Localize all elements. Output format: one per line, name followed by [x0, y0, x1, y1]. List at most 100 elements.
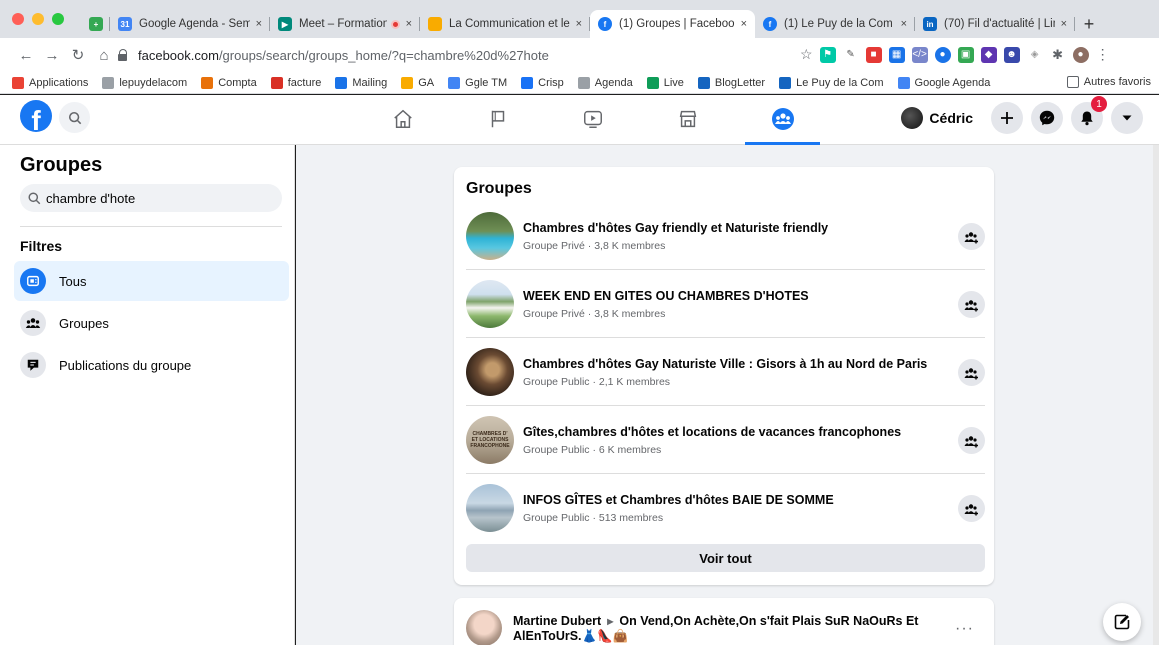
close-tab-icon[interactable]: × [741, 18, 747, 30]
home-icon[interactable]: ⌂ [92, 43, 116, 67]
main-content: Groupes Chambres d'hôtes Gay friendly et… [296, 145, 1159, 645]
group-name[interactable]: INFOS GÎTES et Chambres d'hôtes BAIE DE … [523, 493, 834, 507]
group-name[interactable]: Chambres d'hôtes Gay Naturiste Ville : G… [523, 357, 927, 371]
group-name[interactable]: Gîtes,chambres d'hôtes et locations de v… [523, 425, 901, 439]
reload-icon[interactable]: ↻ [66, 43, 90, 67]
browser-tab[interactable]: in (70) Fil d'actualité | Linke × [915, 10, 1075, 38]
maximize-window-button[interactable] [52, 13, 64, 25]
extension-icon[interactable]: ☻ [1003, 46, 1020, 63]
close-tab-icon[interactable]: × [901, 18, 907, 30]
browser-tab[interactable]: 31 Google Agenda - Semain × [110, 10, 270, 38]
extensions-area: ☆ ⚑ ✎ ■ ▦ </> ● ▣ ◆ ☻ ◈ ✱ ● ⋮ [800, 46, 1110, 63]
browser-tab-strip: +31 Google Agenda - Semain × ▶ Meet – Format… [0, 0, 1159, 38]
list-item[interactable]: CHAMBRES D' ET LOCATIONS FRANCOPHONE Gît… [466, 406, 985, 474]
bookmark-item[interactable]: Mailing [335, 76, 387, 89]
watch-video-icon[interactable] [545, 95, 640, 143]
tab-title: (70) Fil d'actualité | Linke [944, 18, 1055, 30]
filter-item-groups[interactable]: Groupes [14, 303, 289, 343]
see-all-button[interactable]: Voir tout [466, 544, 985, 572]
extension-icon[interactable]: ▣ [957, 46, 974, 63]
notifications-button[interactable]: 1 [1071, 96, 1107, 134]
extension-icon[interactable]: ■ [865, 46, 882, 63]
bookmark-item[interactable]: lepuydelacom [102, 76, 188, 89]
browser-tab[interactable]: ▶ Meet – Formation Alg × [270, 10, 420, 38]
menu-kebab-icon[interactable]: ⋮ [1096, 46, 1110, 63]
bookmark-item[interactable]: Google Agenda [897, 76, 991, 89]
browser-tab[interactable]: La Communication et le ! × [420, 10, 590, 38]
browser-tab[interactable]: + [84, 10, 110, 38]
profile-button[interactable]: Cédric [899, 105, 981, 131]
close-window-button[interactable] [12, 13, 24, 25]
group-name[interactable]: WEEK END EN GITES OU CHAMBRES D'HOTES [523, 289, 809, 303]
extension-icon[interactable]: ⚑ [819, 46, 836, 63]
avatar[interactable] [466, 610, 502, 645]
forward-icon[interactable]: → [40, 43, 64, 67]
bookmark-item[interactable]: Compta [201, 76, 257, 89]
filter-item-group-posts[interactable]: Publications du groupe [14, 345, 289, 385]
browser-tab[interactable]: f (1) Le Puy de la Com | Fa × [755, 10, 915, 38]
bookmark-label: lepuydelacom [119, 76, 188, 89]
profile-avatar-icon[interactable]: ● [1072, 46, 1089, 63]
home-nav-icon[interactable] [355, 95, 450, 143]
join-group-icon[interactable] [958, 291, 985, 318]
eyedropper-icon[interactable]: ✎ [842, 46, 859, 63]
new-tab-button[interactable]: + [1075, 10, 1103, 38]
bookmark-label: Applications [29, 76, 89, 89]
close-tab-icon[interactable]: × [1061, 18, 1067, 30]
extension-icon[interactable]: ◆ [980, 46, 997, 63]
search-input[interactable]: chambre d'hote [20, 184, 282, 212]
groups-nav-icon[interactable] [735, 95, 830, 145]
list-item[interactable]: INFOS GÎTES et Chambres d'hôtes BAIE DE … [466, 474, 985, 542]
join-group-icon[interactable] [958, 359, 985, 386]
close-tab-icon[interactable]: × [576, 18, 582, 30]
address-bar[interactable]: facebook.com/groups/search/groups_home/?… [118, 42, 798, 68]
bookmark-favicon-icon [779, 76, 792, 89]
browser-tab[interactable]: f (1) Groupes | Facebook × [590, 10, 755, 38]
bookmark-item[interactable]: Ggle TM [448, 76, 507, 89]
marketplace-icon[interactable] [640, 95, 735, 143]
filter-item-all[interactable]: Tous [14, 261, 289, 301]
bookmark-favicon-icon [335, 76, 348, 89]
close-tab-icon[interactable]: × [256, 18, 262, 30]
messenger-icon[interactable] [1031, 102, 1063, 134]
account-menu-button[interactable] [1111, 102, 1143, 134]
close-tab-icon[interactable]: × [406, 18, 412, 30]
bookmark-item[interactable]: Live [646, 76, 684, 89]
pages-flag-icon[interactable] [450, 95, 545, 143]
bookmark-item[interactable]: Applications [12, 76, 89, 89]
list-item[interactable]: Chambres d'hôtes Gay Naturiste Ville : G… [466, 338, 985, 406]
list-item[interactable]: WEEK END EN GITES OU CHAMBRES D'HOTES Gr… [466, 270, 985, 338]
bookmark-label: Le Puy de la Com [796, 76, 884, 89]
join-group-icon[interactable] [958, 223, 985, 250]
facebook-logo[interactable]: f [20, 100, 52, 132]
bookmark-item[interactable]: GA [401, 76, 434, 89]
minimize-window-button[interactable] [32, 13, 44, 25]
bookmark-item[interactable]: facture [270, 76, 321, 89]
group-meta: Groupe Public · 513 membres [523, 512, 664, 524]
bookmark-star-icon[interactable]: ☆ [800, 46, 813, 63]
extension-icon[interactable]: ▦ [888, 46, 905, 63]
more-options-icon[interactable]: ··· [955, 620, 974, 638]
main-nav [355, 95, 830, 145]
bookmark-item[interactable]: Le Puy de la Com [779, 76, 884, 89]
create-button[interactable] [991, 102, 1023, 134]
extension-icon[interactable]: ◈ [1026, 46, 1043, 63]
post-author[interactable]: Martine Dubert [513, 614, 601, 628]
bookmark-label: Google Agenda [914, 76, 991, 89]
other-bookmarks-label: Autres favoris [1083, 76, 1151, 88]
join-group-icon[interactable] [958, 427, 985, 454]
extension-icon[interactable]: ● [934, 46, 951, 63]
bookmark-item[interactable]: Crisp [521, 76, 564, 89]
group-name[interactable]: Chambres d'hôtes Gay friendly et Naturis… [523, 221, 828, 235]
list-item[interactable]: Chambres d'hôtes Gay friendly et Naturis… [466, 202, 985, 270]
other-bookmarks[interactable]: Autres favoris [1066, 76, 1151, 88]
join-group-icon[interactable] [958, 495, 985, 522]
back-icon[interactable]: ← [14, 43, 38, 67]
puzzle-icon[interactable]: ✱ [1049, 46, 1066, 63]
scrollbar[interactable] [1153, 145, 1159, 645]
new-message-button[interactable] [1103, 603, 1141, 641]
extension-icon[interactable]: </> [911, 46, 928, 63]
search-icon[interactable] [59, 102, 90, 133]
bookmark-item[interactable]: BlogLetter [697, 76, 765, 89]
bookmark-item[interactable]: Agenda [577, 76, 633, 89]
